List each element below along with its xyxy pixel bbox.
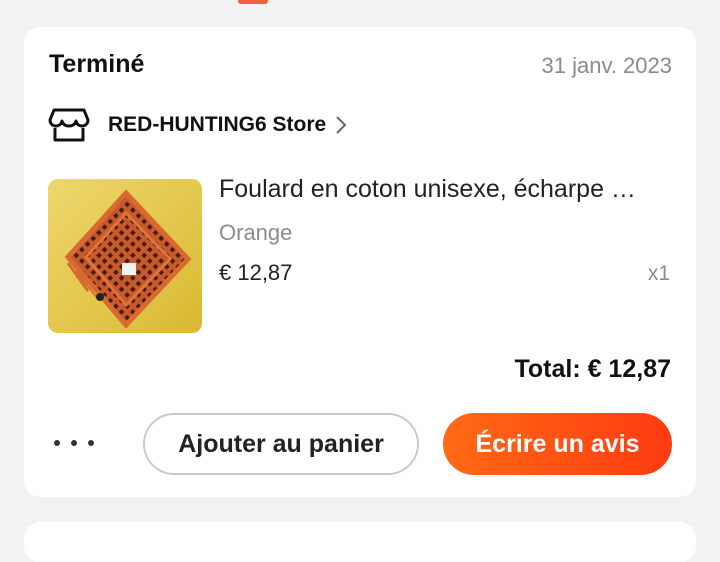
product-quantity: x1 <box>647 262 670 285</box>
product-image[interactable] <box>48 179 202 333</box>
store-icon <box>48 108 90 142</box>
store-link[interactable]: RED-HUNTING6 Store <box>48 103 348 147</box>
order-total: Total: € 12,87 <box>514 355 671 383</box>
order-date: 31 janv. 2023 <box>541 53 672 78</box>
product-price: € 12,87 <box>219 260 293 285</box>
chevron-right-icon <box>336 116 347 134</box>
product-variant: Orange <box>219 220 293 245</box>
more-dots-icon[interactable] <box>54 429 94 457</box>
write-review-button[interactable]: Écrire un avis <box>443 413 672 475</box>
add-to-cart-button[interactable]: Ajouter au panier <box>143 413 419 475</box>
tab-indicator <box>238 0 268 4</box>
order-status: Terminé <box>49 50 145 78</box>
product-title[interactable]: Foulard en coton unisexe, écharpe … <box>219 175 674 204</box>
store-name[interactable]: RED-HUNTING6 Store <box>108 113 326 137</box>
order-card: Terminé 31 janv. 2023 RED-HUNTING6 Store <box>24 27 696 497</box>
next-order-card <box>24 522 696 562</box>
